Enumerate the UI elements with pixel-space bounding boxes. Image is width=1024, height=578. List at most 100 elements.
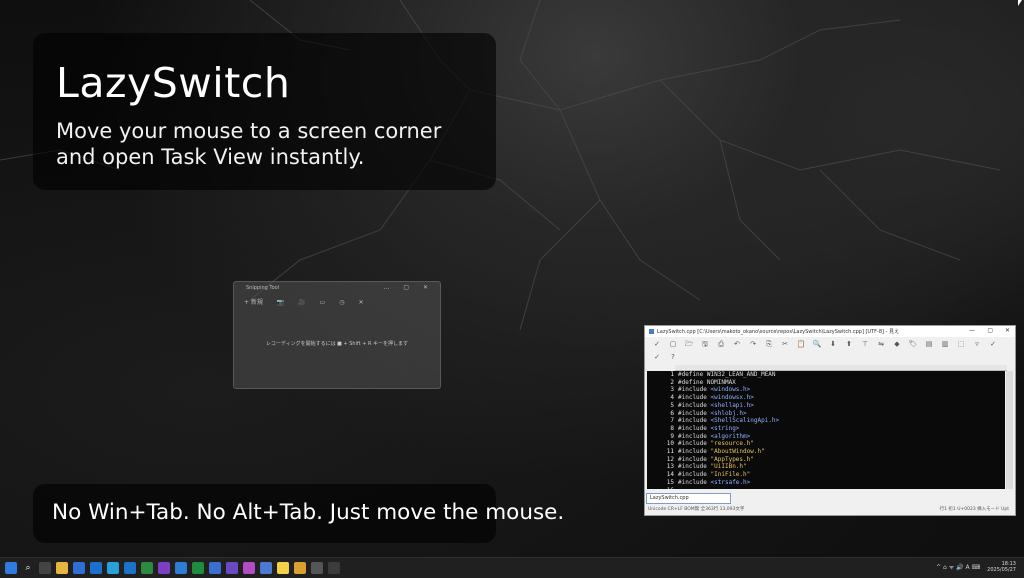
status-bar-left: Unicode CR+LF BOM無 全363行 13,093文字	[648, 507, 745, 512]
minimize-icon[interactable]: —	[969, 327, 975, 334]
new-file-icon[interactable]: ▢	[665, 340, 681, 348]
store-icon[interactable]	[107, 562, 119, 574]
code-text: #define NOMINMAX	[678, 378, 736, 386]
ghost-dialog-toolbar: + 新規 📷 🎥 ▭ ◷ ✕	[244, 297, 434, 309]
code-line: 2 #define NOMINMAX	[647, 379, 1005, 387]
tag-icon[interactable]: 🏷	[905, 340, 921, 348]
code-include-path: <shellapi.h>	[710, 401, 754, 409]
print-icon[interactable]: ⎙	[713, 340, 729, 349]
app-icon-dark[interactable]	[328, 562, 340, 574]
excel-icon[interactable]	[192, 562, 204, 574]
code-include-path: <windows.h>	[710, 386, 751, 394]
ghost-new-button: + 新規	[244, 299, 263, 306]
close-icon: ✕	[358, 299, 364, 306]
file-tab[interactable]: LazySwitch.cpp	[646, 493, 731, 504]
dropdown-icon[interactable]: ▿	[969, 340, 985, 348]
app-subtitle: Move your mouse to a screen corner and o…	[56, 118, 441, 170]
code-area[interactable]: 1 #define WIN32_LEAN_AND_MEAN 2 #define NOM…	[647, 371, 1005, 489]
split-horizontal-icon[interactable]: ▤	[921, 340, 937, 348]
app-icon-green[interactable]	[141, 562, 153, 574]
line-number: 7	[670, 417, 674, 425]
folder-icon[interactable]	[294, 562, 306, 574]
subtitle-line-1: Move your mouse to a screen corner	[56, 119, 442, 143]
task-view-icon[interactable]	[39, 562, 51, 574]
camera-icon: 📷	[276, 299, 285, 306]
notes-icon[interactable]	[277, 562, 289, 574]
app-icon-blue[interactable]	[175, 562, 187, 574]
code-text: #include	[678, 394, 711, 402]
taskbar-apps: ⌕	[5, 562, 340, 574]
faded-snipping-dialog: Snipping Tool … ▢ ✕ + 新規 📷 🎥 ▭ ◷ ✕ レコーディ…	[233, 281, 441, 389]
search-icon[interactable]: 🔍	[809, 340, 825, 348]
system-tray: ^ ⌂ ᯤ 🔊 A ⌨ 18:13 2025/05/27	[936, 561, 1016, 573]
maximize-icon[interactable]: ▢	[987, 327, 993, 334]
line-number: 11	[666, 448, 674, 456]
browser-icon[interactable]	[124, 562, 136, 574]
line-number: 12	[666, 455, 674, 463]
text-editor-window[interactable]: LazySwitch.cpp [C:\Users\makoto_okano\so…	[644, 325, 1016, 516]
timer-icon: ◷	[339, 299, 345, 306]
line-number: 2	[670, 378, 674, 386]
edge-icon[interactable]	[90, 562, 102, 574]
find-next-icon[interactable]: ⬇	[825, 340, 841, 348]
line-number: 4	[670, 394, 674, 402]
search-icon[interactable]: ⌕	[22, 562, 34, 574]
line-number: 13	[666, 463, 674, 471]
app-title: LazySwitch	[56, 59, 291, 107]
code-text: #include	[678, 401, 711, 409]
file-explorer-icon[interactable]	[56, 562, 68, 574]
check-icon[interactable]: ✓	[649, 353, 665, 361]
app-icon-purple[interactable]	[226, 562, 238, 574]
code-string: "UiIIBn.h"	[710, 463, 747, 471]
jump-top-icon[interactable]: ⊤	[857, 340, 873, 348]
close-icon[interactable]: ✕	[1005, 327, 1010, 334]
line-number: 9	[670, 432, 674, 440]
copy-icon[interactable]: ⎘	[761, 340, 777, 349]
find-prev-icon[interactable]: ⬆	[841, 340, 857, 348]
toolbar-button[interactable]: ✓	[649, 340, 665, 348]
line-number: 5	[670, 401, 674, 409]
code-include-path: <shlobj.h>	[710, 409, 747, 417]
code-line: 9 #include <algorithm>	[647, 433, 1005, 441]
code-line: 13 #include "UiIIBn.h"	[647, 463, 1005, 471]
app-icon-blue-2[interactable]	[209, 562, 221, 574]
undo-icon[interactable]: ↶	[729, 340, 745, 348]
code-include-path: <algorithm>	[710, 432, 751, 440]
code-line: 6 #include <shlobj.h>	[647, 410, 1005, 418]
save-icon[interactable]: 🖫	[697, 340, 713, 351]
check-icon[interactable]: ✓	[985, 340, 1001, 348]
code-text: #include	[678, 455, 711, 463]
open-folder-icon[interactable]: 🗁	[681, 340, 697, 351]
code-line: 4 #include <windowsx.h>	[647, 394, 1005, 402]
bookmark-icon[interactable]: ◆	[889, 340, 905, 348]
tray-icons[interactable]: ^ ⌂ ᯤ 🔊 A ⌨	[936, 563, 980, 571]
code-text: #include	[678, 463, 711, 471]
help-icon[interactable]: ?	[665, 353, 681, 361]
app-icon-magenta[interactable]	[243, 562, 255, 574]
clock[interactable]: 18:13 2025/05/27	[987, 561, 1016, 573]
frame-icon[interactable]: ⬚	[953, 340, 969, 348]
app-icon-gray[interactable]	[311, 562, 323, 574]
line-number: 1	[670, 371, 674, 378]
app-icon-blue-3[interactable]	[260, 562, 272, 574]
cut-icon[interactable]: ✂	[777, 340, 793, 348]
code-line: 16	[647, 487, 1005, 489]
paste-icon[interactable]: 📋	[793, 340, 809, 348]
code-line: 3 #include <windows.h>	[647, 386, 1005, 394]
editor-app-icon	[649, 329, 654, 334]
mouse-cursor-icon	[1018, 0, 1022, 6]
line-number: 16	[647, 487, 674, 489]
line-number: 10	[666, 440, 674, 448]
replace-icon[interactable]: ⇋	[873, 340, 889, 348]
redo-icon[interactable]: ↷	[745, 340, 761, 348]
code-string: "IniFile.h"	[710, 471, 751, 479]
ghost-dialog-message: レコーディングを開始するには ■ + Shift + R キーを押します	[265, 341, 409, 347]
line-number: 6	[670, 409, 674, 417]
visual-studio-icon[interactable]	[158, 562, 170, 574]
editor-titlebar[interactable]: LazySwitch.cpp [C:\Users\makoto_okano\so…	[645, 326, 1015, 337]
start-icon[interactable]	[5, 562, 17, 574]
split-vertical-icon[interactable]: ▥	[937, 340, 953, 348]
mail-icon[interactable]	[73, 562, 85, 574]
code-include-path: <windowsx.h>	[710, 394, 754, 402]
editor-scrollbar[interactable]	[1006, 371, 1013, 489]
